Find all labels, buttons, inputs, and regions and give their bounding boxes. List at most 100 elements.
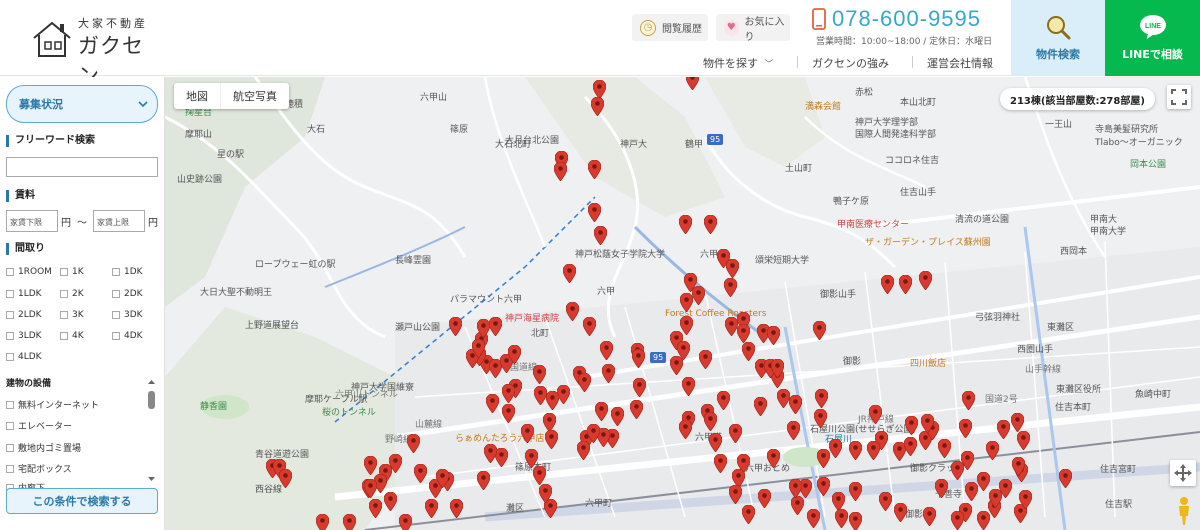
property-pin-icon[interactable] xyxy=(986,441,999,460)
property-pin-icon[interactable] xyxy=(849,441,862,460)
property-pin-icon[interactable] xyxy=(709,433,722,452)
property-pin-icon[interactable] xyxy=(815,389,828,408)
layout-checkbox-1ldk[interactable]: 1LDK xyxy=(6,289,42,299)
layout-checkbox-4dk[interactable]: 4DK xyxy=(112,331,143,341)
property-pin-icon[interactable] xyxy=(849,482,862,501)
property-pin-icon[interactable] xyxy=(545,430,558,449)
layout-checkbox-3ldk[interactable]: 3LDK xyxy=(6,331,42,341)
property-pin-icon[interactable] xyxy=(879,492,892,511)
property-pin-icon[interactable] xyxy=(923,507,936,526)
property-pin-icon[interactable] xyxy=(789,479,802,498)
property-pin-icon[interactable] xyxy=(436,469,449,488)
property-pin-icon[interactable] xyxy=(729,485,742,504)
property-pin-icon[interactable] xyxy=(425,499,438,518)
nav-company-info[interactable]: 運営会社情報 xyxy=(927,55,993,71)
property-pin-icon[interactable] xyxy=(450,499,463,518)
checkbox[interactable] xyxy=(112,290,120,298)
property-pin-icon[interactable] xyxy=(962,391,975,410)
property-pin-icon[interactable] xyxy=(630,400,643,419)
equipment-checkbox[interactable]: 無料インターネット xyxy=(6,398,99,411)
property-pin-icon[interactable] xyxy=(729,424,742,443)
property-pin-icon[interactable] xyxy=(835,509,848,528)
property-pin-icon[interactable] xyxy=(726,259,739,278)
property-pin-icon[interactable] xyxy=(1011,413,1024,432)
property-pin-icon[interactable] xyxy=(1012,457,1025,476)
property-pin-icon[interactable] xyxy=(588,160,601,179)
property-pin-icon[interactable] xyxy=(577,441,590,460)
property-pin-icon[interactable] xyxy=(539,484,552,503)
property-pin-icon[interactable] xyxy=(477,471,490,490)
property-pin-icon[interactable] xyxy=(563,264,576,283)
property-pin-icon[interactable] xyxy=(714,454,727,473)
property-pin-icon[interactable] xyxy=(867,441,880,460)
property-pin-icon[interactable] xyxy=(600,341,613,360)
property-pin-icon[interactable] xyxy=(921,414,934,433)
layout-checkbox-3k[interactable]: 3K xyxy=(60,310,84,320)
property-pin-icon[interactable] xyxy=(699,350,712,369)
equipment-checkbox[interactable]: エレベーター xyxy=(6,419,72,432)
property-pin-icon[interactable] xyxy=(566,302,579,321)
property-pin-icon[interactable] xyxy=(533,466,546,485)
property-pin-icon[interactable] xyxy=(632,349,645,368)
checkbox[interactable] xyxy=(6,421,14,430)
property-pin-icon[interactable] xyxy=(894,503,907,522)
property-pin-icon[interactable] xyxy=(767,326,780,345)
property-pin-icon[interactable] xyxy=(369,499,382,518)
property-pin-icon[interactable] xyxy=(534,386,547,405)
property-pin-icon[interactable] xyxy=(704,215,717,234)
checkbox[interactable] xyxy=(6,311,14,319)
property-pin-icon[interactable] xyxy=(692,286,705,305)
property-pin-icon[interactable] xyxy=(682,377,695,396)
property-pin-icon[interactable] xyxy=(595,402,608,421)
rent-min-input[interactable]: 家賃下限 xyxy=(6,210,58,232)
equipment-checkbox[interactable]: 宅配ボックス xyxy=(6,462,72,475)
property-pin-icon[interactable] xyxy=(486,394,499,413)
property-pin-icon[interactable] xyxy=(343,514,356,530)
nav-strengths[interactable]: ガクセンの強み xyxy=(812,55,889,71)
scroll-down-arrow-icon[interactable] xyxy=(148,477,155,481)
recruitment-status-select[interactable]: 募集状況 xyxy=(6,85,158,123)
property-pin-icon[interactable] xyxy=(737,324,750,343)
property-pin-icon[interactable] xyxy=(502,404,515,423)
checkbox[interactable] xyxy=(112,311,120,319)
property-pin-icon[interactable] xyxy=(704,412,717,431)
property-pin-icon[interactable] xyxy=(364,456,377,475)
property-search-button[interactable]: 物件検索 xyxy=(1011,0,1105,76)
line-consult-button[interactable]: LINE LINEで相談 xyxy=(1105,0,1200,76)
property-pin-icon[interactable] xyxy=(813,321,826,340)
property-pin-icon[interactable] xyxy=(742,505,755,524)
checkbox[interactable] xyxy=(60,268,68,276)
property-pin-icon[interactable] xyxy=(670,356,683,375)
property-pin-icon[interactable] xyxy=(951,511,964,530)
fullscreen-button[interactable] xyxy=(1167,85,1191,109)
property-pin-icon[interactable] xyxy=(1017,431,1030,450)
layout-checkbox-2ldk[interactable]: 2LDK xyxy=(6,310,42,320)
property-pin-icon[interactable] xyxy=(1059,469,1072,488)
property-pin-icon[interactable] xyxy=(829,439,842,458)
property-pin-icon[interactable] xyxy=(849,512,862,530)
property-pin-icon[interactable] xyxy=(414,464,427,483)
tab-map[interactable]: 地図 xyxy=(174,83,221,109)
checkbox[interactable] xyxy=(60,311,68,319)
property-pin-icon[interactable] xyxy=(817,449,830,468)
scroll-thumb[interactable] xyxy=(148,391,155,409)
property-pin-icon[interactable] xyxy=(588,203,601,222)
property-pin-icon[interactable] xyxy=(449,317,462,336)
property-pin-icon[interactable] xyxy=(869,405,882,424)
property-pin-icon[interactable] xyxy=(977,511,990,530)
history-button[interactable]: ◷ 閲覧履歴 xyxy=(632,14,708,41)
property-pin-icon[interactable] xyxy=(965,482,978,501)
property-pin-icon[interactable] xyxy=(814,409,827,428)
layout-checkbox-2k[interactable]: 2K xyxy=(60,289,84,299)
property-pin-icon[interactable] xyxy=(959,419,972,438)
property-pin-icon[interactable] xyxy=(961,451,974,470)
property-pin-icon[interactable] xyxy=(525,449,538,468)
search-submit-button[interactable]: この条件で検索する xyxy=(6,488,158,514)
property-map[interactable]: 六甲ケーブル山上六甲山摩耶山掬星台大石穂積篠原大月台北公園神戸大鶴甲赤松満森会館… xyxy=(165,77,1200,530)
nav-find-property[interactable]: 物件を探す ﹀ xyxy=(703,55,774,71)
property-pin-icon[interactable] xyxy=(724,278,737,297)
property-pin-icon[interactable] xyxy=(789,395,802,414)
map-pan-control[interactable] xyxy=(1170,460,1196,486)
property-pin-icon[interactable] xyxy=(935,479,948,498)
checkbox[interactable] xyxy=(60,290,68,298)
